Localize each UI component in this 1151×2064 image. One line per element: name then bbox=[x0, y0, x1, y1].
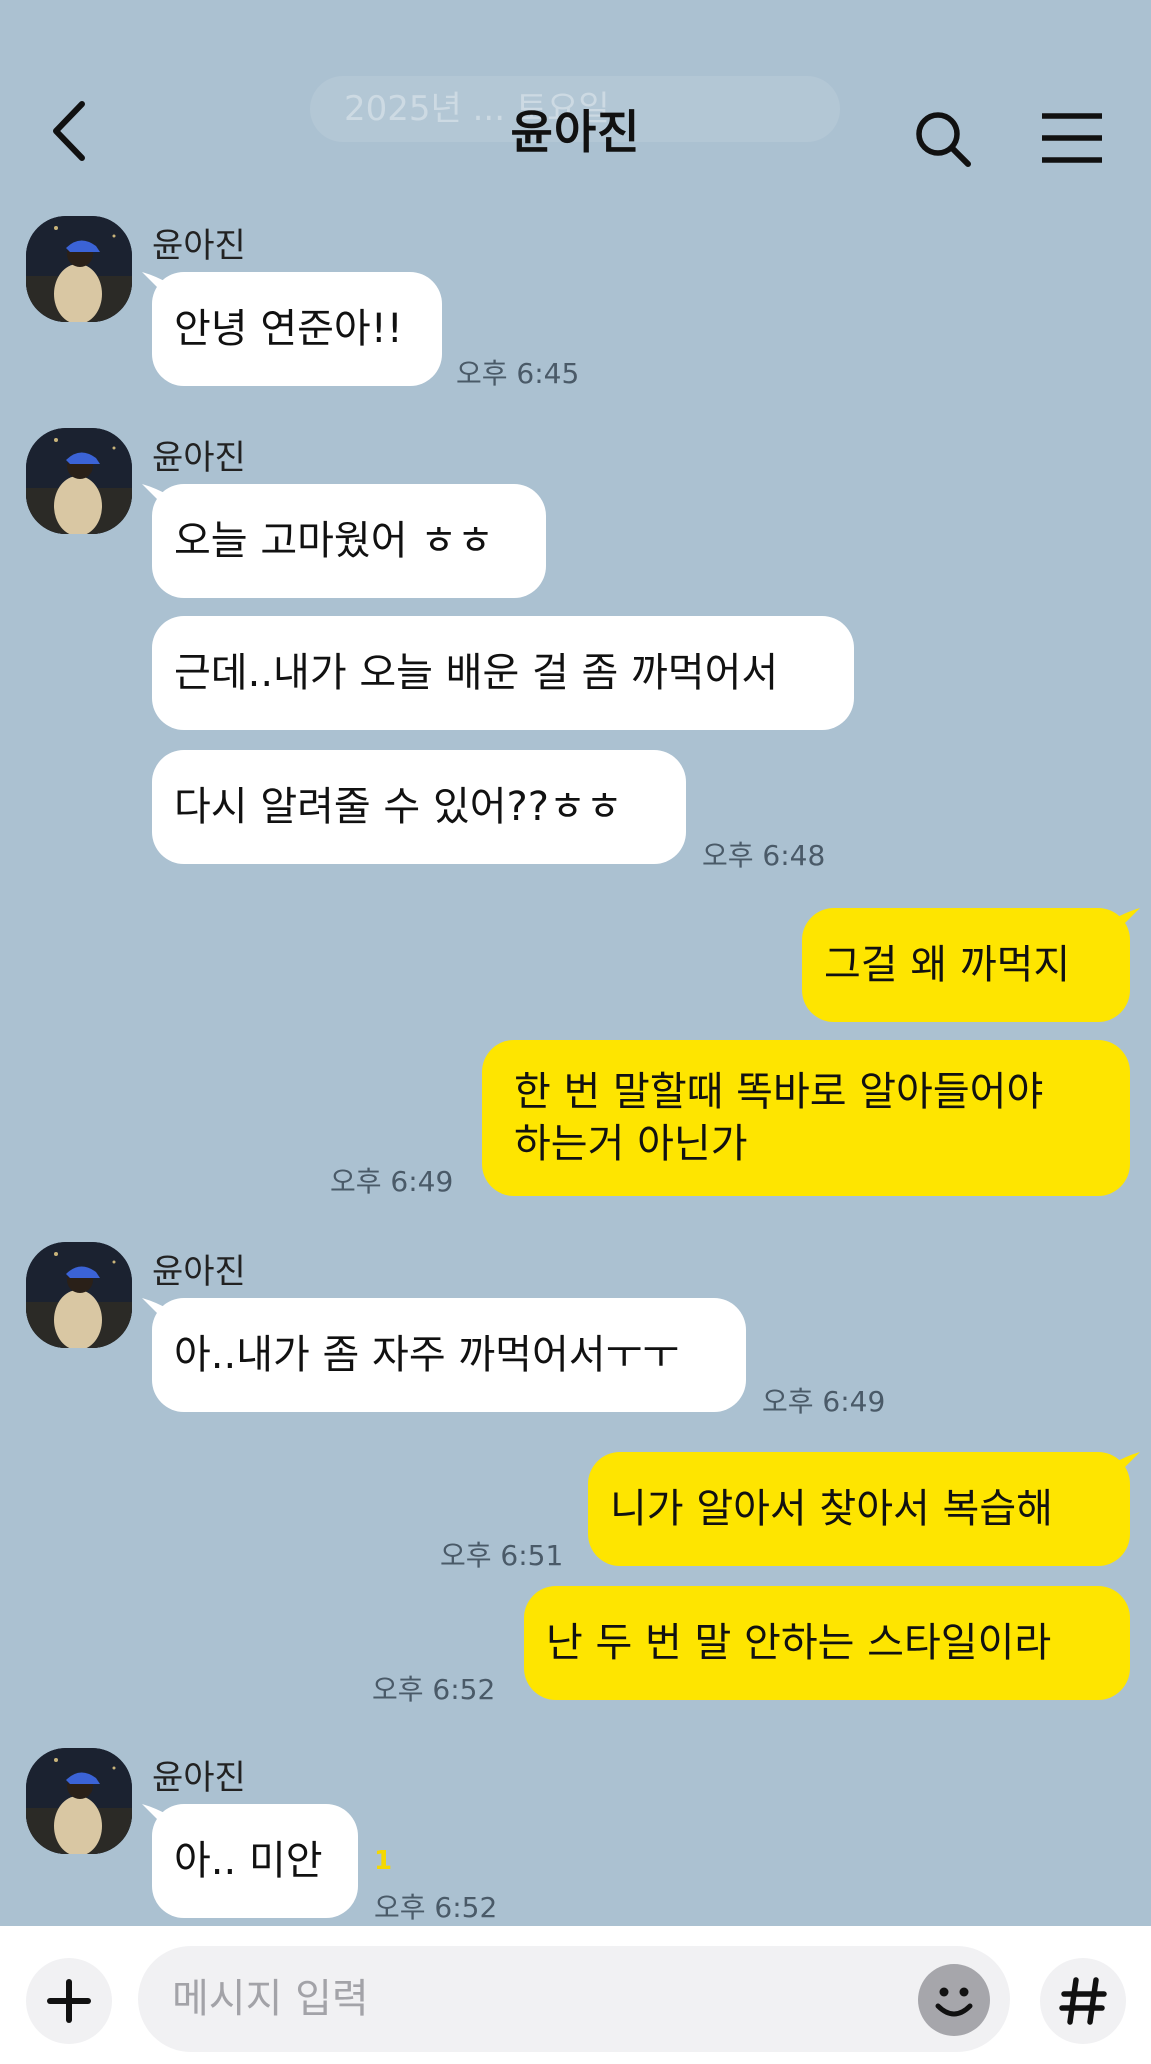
message-time: 오후 6:45 bbox=[456, 357, 580, 390]
incoming-message-bubble[interactable]: 아.. 미안 bbox=[152, 1804, 358, 1918]
avatar[interactable] bbox=[26, 1242, 132, 1348]
message-line: 한 번 말할때 똑바로 알아들어야 bbox=[514, 1069, 1044, 1115]
sender-name: 윤아진 bbox=[152, 1252, 246, 1292]
hashtag-search-button[interactable] bbox=[1040, 1958, 1126, 2044]
message-input[interactable] bbox=[138, 1946, 1010, 2052]
emoji-button[interactable] bbox=[918, 1964, 990, 2036]
bubble-tail bbox=[1112, 1452, 1140, 1480]
outgoing-message-bubble[interactable]: 그걸 왜 까먹지 bbox=[802, 908, 1130, 1022]
avatar[interactable] bbox=[26, 428, 132, 534]
incoming-message-bubble[interactable]: 근데..내가 오늘 배운 걸 좀 까먹어서 bbox=[152, 616, 854, 730]
message-time: 오후 6:51 bbox=[440, 1539, 564, 1572]
unread-count: 1 bbox=[374, 1846, 393, 1876]
message-time: 오후 6:52 bbox=[372, 1673, 496, 1706]
sender-name: 윤아진 bbox=[152, 226, 246, 266]
incoming-message-bubble[interactable]: 안녕 연준아!! bbox=[152, 272, 442, 386]
chat-header: 2025년 ... 토요일 윤아진 bbox=[0, 0, 1151, 205]
bubble-tail bbox=[1112, 908, 1140, 936]
avatar[interactable] bbox=[26, 1748, 132, 1854]
message-time: 오후 6:49 bbox=[762, 1385, 886, 1418]
message-line: 하는거 아닌가 bbox=[514, 1121, 748, 1167]
message-time: 오후 6:49 bbox=[330, 1165, 454, 1198]
message-time: 오후 6:52 bbox=[374, 1891, 498, 1924]
avatar[interactable] bbox=[26, 216, 132, 322]
chat-title: 윤아진 bbox=[510, 105, 641, 159]
incoming-message-bubble[interactable]: 아..내가 좀 자주 까먹어서ㅜㅜ bbox=[152, 1298, 746, 1412]
attach-button[interactable] bbox=[26, 1958, 112, 2044]
message-time: 오후 6:48 bbox=[702, 839, 826, 872]
outgoing-message-bubble[interactable]: 난 두 번 말 안하는 스타일이라 bbox=[524, 1586, 1130, 1700]
outgoing-message-bubble[interactable]: 한 번 말할때 똑바로 알아들어야 하는거 아닌가 bbox=[482, 1040, 1130, 1196]
hash-icon bbox=[1059, 1977, 1107, 2025]
incoming-message-bubble[interactable]: 오늘 고마웠어 ㅎㅎ bbox=[152, 484, 546, 598]
incoming-message-bubble[interactable]: 다시 알려줄 수 있어??ㅎㅎ bbox=[152, 750, 686, 864]
smiley-icon bbox=[935, 1987, 973, 2017]
search-icon[interactable] bbox=[912, 108, 974, 170]
sender-name: 윤아진 bbox=[152, 1758, 246, 1798]
outgoing-message-bubble[interactable]: 니가 알아서 찾아서 복습해 bbox=[588, 1452, 1130, 1566]
hamburger-menu-icon[interactable] bbox=[1040, 112, 1104, 164]
plus-icon bbox=[47, 1979, 91, 2023]
sender-name: 윤아진 bbox=[152, 438, 246, 478]
